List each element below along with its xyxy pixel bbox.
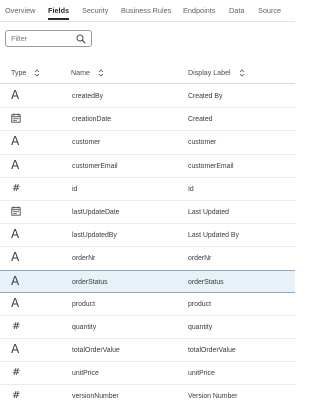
field-name: id [72,185,78,193]
field-name: createdBy [72,93,104,100]
text-type-icon: A [11,295,20,310]
tab-fields[interactable]: Fields [48,6,69,15]
table-row[interactable]: AcustomerEmail customerEmail [0,155,295,178]
number-type-icon: # [12,320,21,332]
number-type-icon: # [12,367,21,379]
tab-data[interactable]: Data [229,6,244,15]
column-header-name[interactable]: Name [71,69,104,77]
search-icon[interactable] [76,34,86,44]
field-name: versionNumber [72,393,119,400]
field-name: creationDate [72,116,112,124]
fields-table-body: AcreatedBy Created By creationDate Created A… [0,85,295,400]
tab-overview[interactable]: Overview [5,6,35,15]
text-type-icon: A [11,250,20,265]
tab-bar: Overview Fields Security Business Rules … [0,0,295,22]
sort-icon[interactable] [98,69,104,77]
table-row[interactable]: # unitPrice unitPrice [0,362,295,386]
table-row[interactable]: AorderStatus orderStatus [0,269,295,293]
field-display-label: orderNr [188,255,212,263]
text-type-icon: A [11,134,20,149]
column-header-display-label-label: Display Label [188,69,231,77]
field-display-label: Created By [188,93,223,100]
table-header: Type Name Display Label [0,62,295,84]
field-display-label: Last Updated By [188,232,239,240]
field-name: orderNr [72,255,96,263]
table-row[interactable]: AlastUpdatedBy Last Updated By [0,224,295,248]
field-name: totalOrderValue [72,347,120,355]
text-type-icon: A [11,157,20,172]
field-display-label: Version Number [188,393,238,400]
table-row[interactable]: lastUpdateDate Last Updated [0,201,295,225]
table-row[interactable]: # versionNumber Version Number [0,385,295,400]
sort-icon[interactable] [239,69,245,77]
table-row[interactable]: AtotalOrderValue totalOrderValue [0,339,295,363]
text-type-icon: A [11,342,20,357]
field-display-label: Last Updated [188,208,229,216]
field-name: customer [72,139,101,147]
field-name: lastUpdateDate [72,208,120,216]
table-row[interactable]: AcreatedBy Created By [0,85,295,109]
text-type-icon: A [11,227,20,242]
table-row[interactable]: # id Id [0,178,295,201]
sort-icon[interactable] [34,69,40,77]
field-name: lastUpdatedBy [72,232,117,240]
column-header-type[interactable]: Type [11,69,40,77]
field-name: quantity [72,323,97,331]
table-row[interactable]: AorderNr orderNr [0,247,295,271]
number-type-icon: # [12,182,21,194]
table-row[interactable]: Acustomer customer [0,131,295,155]
field-name: product [72,300,95,308]
filter-input[interactable] [11,33,75,44]
column-header-display-label[interactable]: Display Label [188,69,245,77]
field-display-label: customer [188,139,217,147]
tab-endpoints[interactable]: Endpoints [183,6,215,15]
filter-box[interactable] [5,30,92,47]
field-name: orderStatus [72,278,108,286]
active-tab-indicator [48,18,69,20]
table-row[interactable]: creationDate Created [0,108,295,132]
field-display-label: orderStatus [188,278,224,286]
number-type-icon: # [12,390,21,400]
field-display-label: Id [188,185,194,193]
field-display-label: totalOrderValue [188,347,236,355]
field-name: unitPrice [72,370,99,378]
field-display-label: quantity [188,323,213,331]
text-type-icon: A [11,88,20,102]
table-row[interactable]: Aproduct product [0,293,295,316]
field-display-label: customerEmail [188,162,234,170]
column-header-name-label: Name [71,69,90,77]
field-name: customerEmail [72,162,118,170]
table-row[interactable]: # quantity quantity [0,316,295,340]
tab-security[interactable]: Security [82,6,108,15]
tab-source[interactable]: Source [258,6,281,15]
text-type-icon: A [11,273,20,288]
field-display-label: Created [188,116,213,124]
field-display-label: unitPrice [188,370,215,378]
calendar-icon [11,206,21,216]
column-header-type-label: Type [11,69,27,77]
tab-business-rules[interactable]: Business Rules [121,6,171,15]
calendar-icon [11,113,21,123]
field-display-label: product [188,300,211,308]
